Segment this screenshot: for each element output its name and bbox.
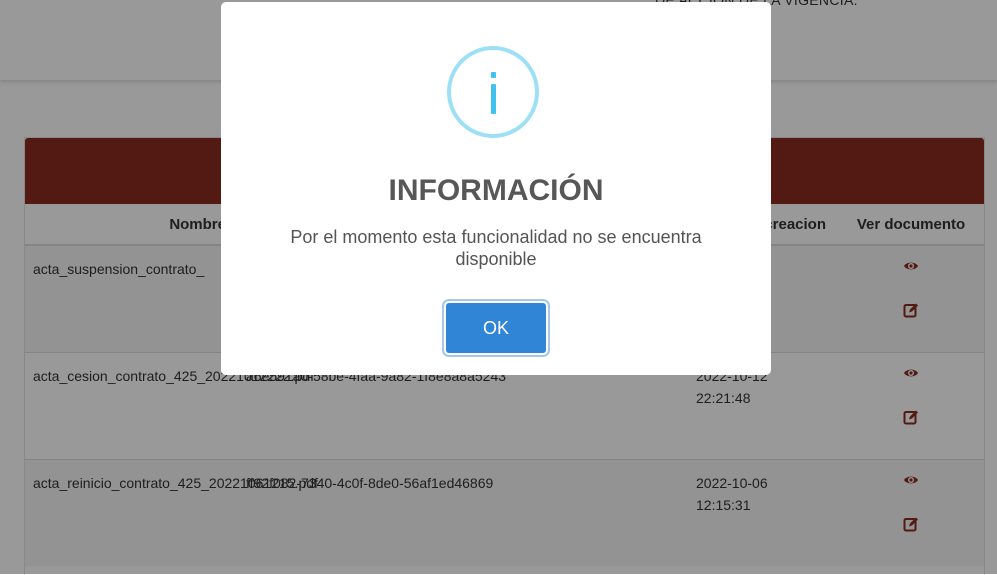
dialog-message: Por el momento esta funcionalidad no se … [290, 227, 702, 269]
dialog-title: INFORMACIÓN [388, 174, 604, 207]
info-icon [447, 46, 539, 138]
info-dialog: INFORMACIÓN Por el momento esta funciona… [221, 2, 771, 375]
ok-button[interactable]: OK [446, 303, 546, 353]
